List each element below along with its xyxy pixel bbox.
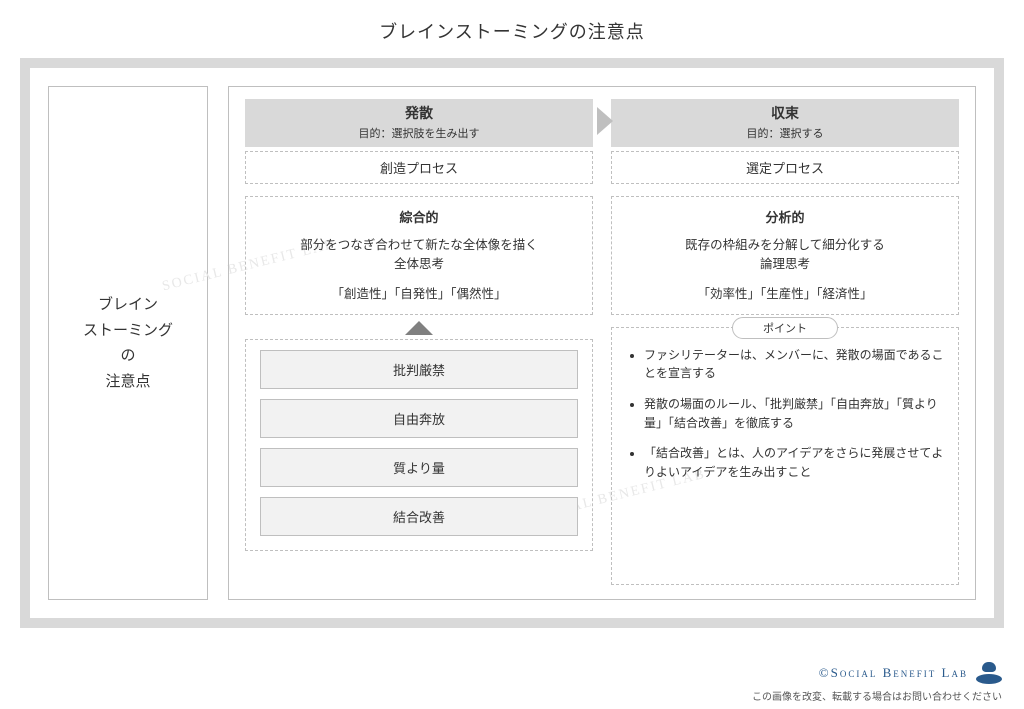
arrow-right-icon [597,107,613,135]
rule-item: 質より量 [260,448,578,487]
diverge-objective: 目的：選択肢を生み出す [245,125,593,141]
diverge-thinking-name: 綜合的 [256,207,582,226]
converge-process: 選定プロセス [611,151,959,184]
diagram-frame: SOCIAL BENEFIT LAB SOCIAL BENEFIT LAB ブレ… [20,58,1004,628]
footer-note: この画像を改変、転載する場合はお問い合わせください [752,688,1002,703]
converge-objective: 目的：選択する [611,125,959,141]
rule-item: 自由奔放 [260,399,578,438]
points-item: 発散の場面のルール、「批判厳禁」「自由奔放」「質より量」「結合改善」を徹底する [644,395,944,432]
points-item: ファシリテーターは、メンバーに、発散の場面であることを宣言する [644,346,944,383]
points-label: ポイント [732,317,838,339]
content-area: 発散 目的：選択肢を生み出す 創造プロセス 綜合的 部分をつなぎ合わせて新たな全… [228,86,976,600]
diverge-thinking-box: 綜合的 部分をつなぎ合わせて新たな全体像を描く 全体思考 「創造性」「自発性」「… [245,196,593,315]
converge-thinking-name: 分析的 [622,207,948,226]
phase-header-row: 発散 目的：選択肢を生み出す 創造プロセス 綜合的 部分をつなぎ合わせて新たな全… [245,99,959,315]
diverge-name: 発散 [245,103,593,123]
brand-logo-icon [976,662,1002,684]
points-box: ポイント ファシリテーターは、メンバーに、発散の場面であることを宣言する 発散の… [611,327,959,585]
diverge-phase-header: 発散 目的：選択肢を生み出す [245,99,593,147]
converge-name: 収束 [611,103,959,123]
diverge-process: 創造プロセス [245,151,593,184]
arrow-up-icon [405,321,433,335]
sidebar-label: ブレイン ストーミング の 注意点 [83,292,173,394]
rules-box: 批判厳禁 自由奔放 質より量 結合改善 [245,339,593,551]
points-item: 「結合改善」とは、人のアイデアをさらに発展させてよりよいアイデアを生み出すこと [644,444,944,481]
sidebar-label-box: ブレイン ストーミング の 注意点 [48,86,208,600]
footer-brand: ©Social Benefit Lab [752,662,1002,684]
converge-thinking-box: 分析的 既存の枠組みを分解して細分化する 論理思考 「効率性」「生産性」「経済性… [611,196,959,315]
footer: ©Social Benefit Lab この画像を改変、転載する場合はお問い合わ… [752,662,1002,703]
converge-thinking-desc: 既存の枠組みを分解して細分化する 論理思考 [622,236,948,275]
brand-text: ©Social Benefit Lab [819,665,968,681]
converge-phase-header: 収束 目的：選択する [611,99,959,147]
converge-thinking-keys: 「効率性」「生産性」「経済性」 [622,283,948,302]
points-list: ファシリテーターは、メンバーに、発散の場面であることを宣言する 発散の場面のルー… [626,346,944,482]
rule-item: 結合改善 [260,497,578,536]
lower-row: 批判厳禁 自由奔放 質より量 結合改善 ポイント ファシリテーターは、メンバーに… [245,315,959,585]
diverge-thinking-keys: 「創造性」「自発性」「偶然性」 [256,283,582,302]
page-title: ブレインストーミングの注意点 [0,0,1024,58]
diverge-thinking-desc: 部分をつなぎ合わせて新たな全体像を描く 全体思考 [256,236,582,275]
rule-item: 批判厳禁 [260,350,578,389]
